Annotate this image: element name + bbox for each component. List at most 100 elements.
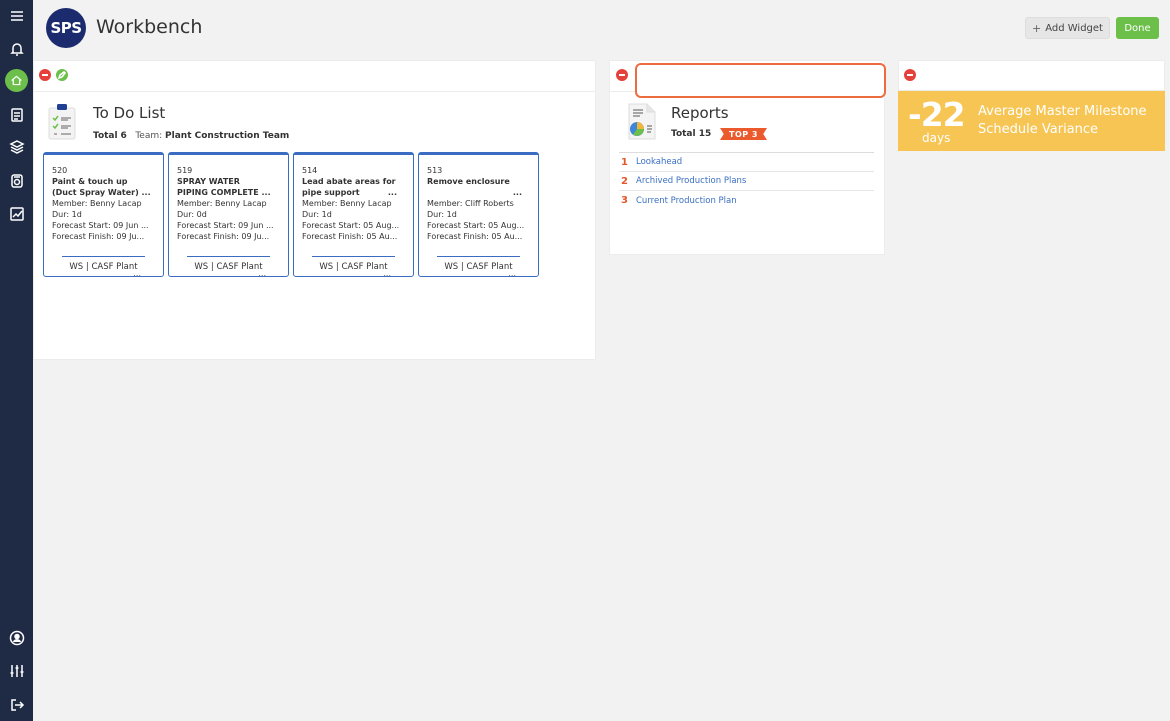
task-title-line: (Duct Spray Water) ... [52, 188, 151, 197]
sps-logo: SPS [46, 8, 86, 48]
task-member: Member: Benny Lacap [52, 199, 142, 208]
list-item[interactable]: 3 Current Production Plan [619, 191, 874, 210]
task-forecast-finish: Forecast Finish: 05 Au... [302, 232, 398, 241]
document-icon[interactable] [6, 170, 27, 191]
variance-label-line: Average Master Milestone [978, 104, 1147, 119]
task-id: 520 [52, 166, 68, 175]
card-more-icon[interactable]: ... [383, 270, 391, 278]
card-more-icon[interactable]: ... [133, 270, 141, 278]
add-widget-button[interactable]: + Add Widget [1025, 17, 1110, 39]
task-title-line: Paint & touch up [52, 177, 128, 186]
divider [187, 256, 270, 257]
list-item[interactable]: 1 Lookahead [619, 153, 874, 172]
report-link[interactable]: Current Production Plan [636, 196, 737, 206]
list-item[interactable]: 2 Archived Production Plans [619, 172, 874, 191]
task-title-line: SPRAY WATER [177, 177, 240, 186]
add-widget-label: Add Widget [1045, 22, 1103, 34]
variance-unit: days [922, 131, 951, 145]
task-title: SPRAY WATER PIPING COMPLETE ... [177, 176, 280, 198]
reports-total: Total 15 [671, 129, 712, 139]
clipboard-checklist-icon [48, 103, 78, 145]
variance-label: Average Master Milestone Schedule Varian… [978, 103, 1147, 139]
card-more-icon[interactable]: ... [508, 270, 516, 278]
task-duration: Dur: 1d [52, 210, 82, 219]
variance-value: -22 [908, 95, 966, 134]
task-forecast-finish: Forecast Finish: 09 Ju... [177, 232, 270, 241]
task-card[interactable]: 514 Lead abate areas for pipe support ..… [293, 152, 414, 278]
remove-widget-icon[interactable] [616, 69, 628, 81]
task-title-line: PIPING COMPLETE ... [177, 188, 271, 197]
checklist-icon[interactable] [6, 104, 27, 125]
task-forecast-start: Forecast Start: 09 Jun ... [52, 221, 149, 230]
side-nav-rail [0, 0, 33, 721]
edit-widget-icon[interactable] [56, 69, 68, 81]
reports-title: Reports [671, 104, 729, 122]
task-duration: Dur: 1d [302, 210, 332, 219]
divider [312, 256, 395, 257]
task-footer: WS | CASF Plant [444, 262, 513, 272]
divider [62, 256, 145, 257]
variance-widget [898, 60, 1165, 91]
divider [437, 256, 520, 257]
task-id: 514 [302, 166, 318, 175]
bell-icon[interactable] [6, 38, 27, 59]
task-member: Member: Cliff Roberts [427, 199, 514, 208]
task-forecast-start: Forecast Start: 05 Aug... [302, 221, 400, 230]
card-more-icon[interactable]: ... [258, 270, 266, 278]
task-title-line: Lead abate areas for [302, 177, 396, 186]
task-forecast-start: Forecast Start: 05 Aug... [427, 221, 525, 230]
done-button[interactable]: Done [1116, 17, 1159, 39]
todo-summary: Total 6 Team: Plant Construction Team [93, 131, 289, 141]
user-icon[interactable] [6, 627, 27, 648]
page-title: Workbench [96, 16, 203, 38]
task-title-line: Remove enclosure [427, 177, 510, 186]
logout-icon[interactable] [6, 694, 27, 715]
variance-tile[interactable]: -22 days Average Master Milestone Schedu… [898, 91, 1165, 151]
task-footer: WS | CASF Plant [319, 262, 388, 272]
widget-toolbar [899, 61, 1164, 92]
task-member: Member: Benny Lacap [302, 199, 392, 208]
rank-number: 2 [621, 175, 628, 187]
task-title: Paint & touch up (Duct Spray Water) ... [52, 176, 155, 198]
task-card[interactable]: 519 SPRAY WATER PIPING COMPLETE ... Memb… [168, 152, 289, 278]
task-title: Remove enclosure ... [427, 176, 530, 198]
rank-number: 3 [621, 195, 628, 206]
team-name: Plant Construction Team [165, 131, 290, 141]
rank-number: 1 [621, 156, 628, 168]
task-forecast-finish: Forecast Finish: 09 Ju... [52, 232, 145, 241]
variance-label-line: Schedule Variance [978, 122, 1099, 137]
title-more-icon: ... [387, 188, 397, 197]
widget-title-input[interactable] [635, 63, 886, 98]
chart-icon[interactable] [6, 203, 27, 224]
task-duration: Dur: 0d [177, 210, 207, 219]
task-card[interactable]: 513 Remove enclosure ... Member: Cliff R… [418, 152, 539, 278]
layers-icon[interactable] [6, 136, 27, 157]
task-card[interactable]: 520 Paint & touch up (Duct Spray Water) … [43, 152, 164, 278]
top-3-badge: TOP 3 [720, 128, 767, 140]
task-title: Lead abate areas for pipe support ... [302, 176, 405, 198]
report-document-icon [621, 103, 661, 145]
todo-total: 6 [120, 131, 127, 141]
task-duration: Dur: 1d [427, 210, 457, 219]
todo-total-label: Total [93, 131, 118, 141]
report-link[interactable]: Lookahead [636, 157, 682, 167]
task-member: Member: Benny Lacap [177, 199, 267, 208]
hamburger-menu-icon[interactable] [6, 5, 27, 26]
todo-title: To Do List [93, 104, 166, 122]
task-footer: WS | CASF Plant [194, 262, 263, 272]
home-icon[interactable] [5, 69, 28, 92]
remove-widget-icon[interactable] [904, 69, 916, 81]
widget-toolbar [34, 61, 595, 92]
remove-widget-icon[interactable] [39, 69, 51, 81]
task-forecast-finish: Forecast Finish: 05 Au... [427, 232, 523, 241]
reports-list: 1 Lookahead 2 Archived Production Plans … [619, 152, 874, 210]
report-link[interactable]: Archived Production Plans [636, 176, 746, 186]
task-id: 519 [177, 166, 193, 175]
plus-icon: + [1032, 21, 1042, 35]
title-more-icon: ... [512, 188, 522, 197]
todo-widget: To Do List Total 6 Team: Plant Construct… [33, 60, 596, 360]
task-footer: WS | CASF Plant [69, 262, 138, 272]
team-label: Team: [135, 131, 163, 141]
task-id: 513 [427, 166, 443, 175]
sliders-icon[interactable] [6, 660, 27, 681]
